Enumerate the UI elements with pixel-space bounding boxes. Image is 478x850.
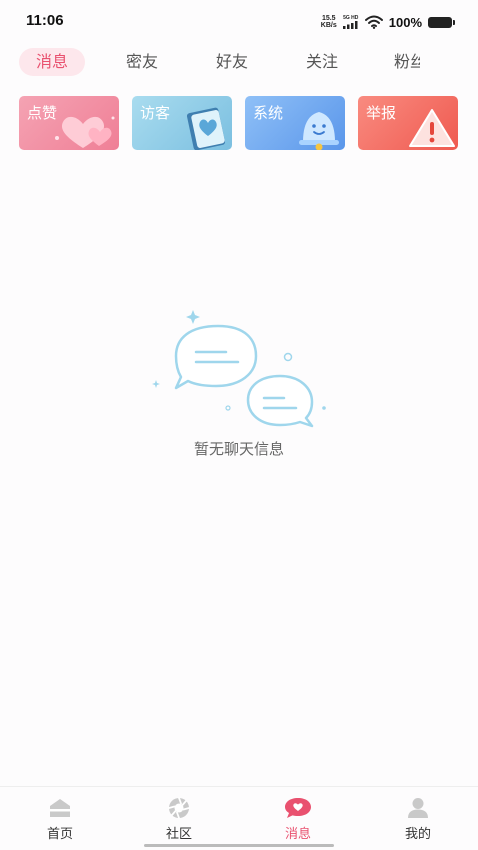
battery-percent: 100% — [388, 14, 422, 30]
tab-label: 关注 — [305, 52, 338, 71]
nav-home-label: 首页 — [46, 827, 73, 842]
hearts-icon — [55, 116, 115, 148]
nav-profile[interactable]: 我的 — [388, 797, 448, 845]
nav-profile-label: 我的 — [404, 827, 431, 842]
card-visitors-label: 访客 — [140, 104, 171, 122]
card-likes[interactable]: 点赞 — [19, 96, 119, 150]
bottom-nav: 首页 社区 消息 我的 — [0, 786, 478, 850]
community-icon — [168, 797, 190, 819]
message-tabs: 消息 密友 好友 关注 粉丝 — [0, 44, 478, 78]
card-system-label: 系统 — [253, 104, 284, 122]
nav-community[interactable]: 社区 — [149, 797, 209, 845]
tab-following[interactable]: 关注 — [290, 48, 354, 76]
empty-state-text: 暂无聊天信息 — [193, 440, 284, 458]
tab-messages[interactable]: 消息 — [19, 48, 85, 76]
nav-home[interactable]: 首页 — [30, 797, 90, 845]
profile-icon — [408, 798, 428, 818]
tab-label: 粉丝 — [394, 52, 420, 71]
tab-close-friends[interactable]: 密友 — [110, 48, 174, 76]
network-speed-unit: KB/s — [320, 22, 337, 29]
nav-community-label: 社区 — [165, 827, 192, 842]
card-report[interactable]: 举报 — [358, 96, 458, 150]
tab-label: 消息 — [35, 52, 68, 71]
tab-label: 好友 — [215, 52, 248, 71]
visitor-book-icon — [186, 107, 226, 150]
message-icon — [285, 798, 311, 818]
network-speed: 15.5 KB/s — [321, 15, 337, 29]
tab-label: 密友 — [125, 52, 158, 71]
warning-icon — [409, 109, 455, 147]
nav-messages-label: 消息 — [284, 827, 311, 842]
network-speed-value: 15.5 — [321, 15, 336, 22]
nav-messages[interactable]: 消息 — [268, 797, 328, 845]
chat-bubbles-icon — [152, 310, 326, 428]
home-icon — [50, 799, 70, 817]
status-time: 11:06 — [26, 12, 64, 29]
card-system[interactable]: 系统 — [245, 96, 345, 150]
card-report-label: 举报 — [366, 104, 397, 122]
wifi-icon — [364, 15, 383, 29]
home-indicator[interactable] — [144, 844, 334, 847]
category-cards: 点赞 访客 系统 举报 — [0, 96, 478, 152]
tab-friends[interactable]: 好友 — [200, 48, 264, 76]
status-bar: 11:06 15.5 KB/s 5G HD 100% — [0, 0, 478, 44]
bell-icon — [299, 112, 339, 150]
tab-fans[interactable]: 粉丝 — [394, 48, 420, 76]
card-visitors[interactable]: 访客 — [132, 96, 232, 150]
signal-icon: 5G HD — [342, 15, 359, 29]
battery-icon — [428, 16, 455, 28]
status-indicators: 15.5 KB/s 5G HD 100% — [321, 12, 455, 32]
